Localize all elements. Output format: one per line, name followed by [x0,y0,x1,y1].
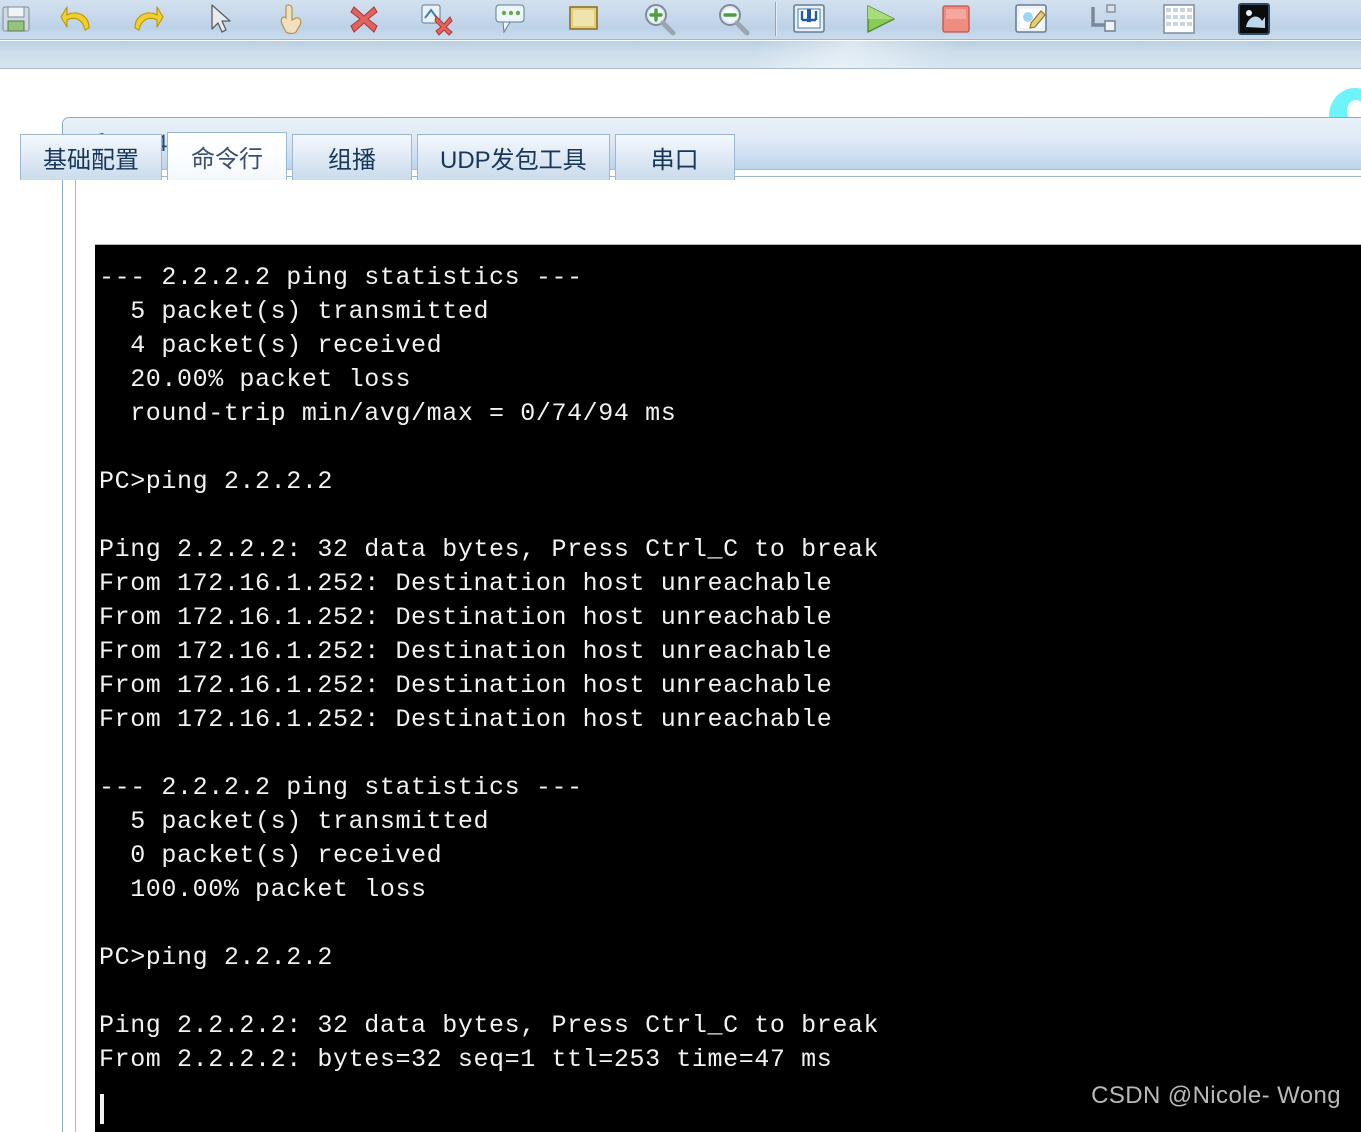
command-line-terminal[interactable]: --- 2.2.2.2 ping statistics --- 5 packet… [95,244,1361,1132]
terminal-line: 100.00% packet loss [99,875,427,904]
select-cursor-icon[interactable] [197,0,241,38]
tab-label: 组播 [328,147,376,174]
zoom-out-icon[interactable] [711,0,755,38]
tab-basic-config[interactable]: 基础配置 [20,134,162,180]
tab-multicast[interactable]: 组播 [292,134,412,180]
tab-label: 命令行 [191,146,263,173]
toolbar-lower-strip [0,41,1361,69]
watermark-text: CSDN @Nicole- Wong [1091,1082,1341,1109]
background-icon[interactable] [1232,0,1276,38]
terminal-line: --- 2.2.2.2 ping statistics --- [99,263,583,292]
redo-icon[interactable] [125,0,169,38]
terminal-line: From 172.16.1.252: Destination host unre… [99,637,833,666]
terminal-line: 20.00% packet loss [99,365,412,394]
terminal-line: Ping 2.2.2.2: 32 data bytes, Press Ctrl_… [99,1011,880,1040]
terminal-line: From 172.16.1.252: Destination host unre… [99,705,833,734]
terminal-line: From 172.16.1.252: Destination host unre… [99,603,833,632]
stop-device-icon[interactable] [934,0,978,38]
tab-label: 基础配置 [43,147,139,174]
tab-label: 串口 [650,147,699,174]
terminal-line: Ping 2.2.2.2: 32 data bytes, Press Ctrl_… [99,535,880,564]
grid-icon[interactable] [1157,0,1201,38]
terminal-line: From 172.16.1.252: Destination host unre… [99,569,833,598]
zoom-in-icon[interactable] [637,0,681,38]
tab-bar: 基础配置 命令行 组播 UDP发包工具 串口 [20,132,740,180]
link-device-icon[interactable] [1082,0,1126,38]
main-toolbar [0,0,1361,40]
terminal-cursor [100,1094,104,1124]
terminal-line: 0 packet(s) received [99,841,443,870]
terminal-line: 5 packet(s) transmitted [99,807,490,836]
corner-decoration-icon [1321,86,1361,120]
delete-link-icon[interactable] [415,0,459,38]
note-callout-icon[interactable] [489,0,533,38]
tab-udp-tool[interactable]: UDP发包工具 [417,134,610,180]
tab-serial-port[interactable]: 串口 [614,134,735,180]
capture-icon[interactable] [787,0,831,38]
app-root: PC4 基础配置命令行组播UDP发包工具串口 --- 2.2.2.2 ping … [0,0,1361,1132]
terminal-line: PC>ping 2.2.2.2 [99,943,334,972]
toolbar-separator [775,2,776,36]
tab-label: UDP发包工具 [440,147,587,174]
tab-command-line[interactable]: 命令行 [167,132,287,180]
terminal-line: 5 packet(s) transmitted [99,297,490,326]
terminal-line: 4 packet(s) received [99,331,443,360]
edit-image-icon[interactable] [1009,0,1053,38]
terminal-line: From 2.2.2.2: bytes=32 seq=1 ttl=253 tim… [99,1045,833,1074]
start-device-icon[interactable] [859,0,903,38]
terminal-line: PC>ping 2.2.2.2 [99,467,334,496]
terminal-output: --- 2.2.2.2 ping statistics --- 5 packet… [95,245,1361,1077]
delete-icon[interactable] [342,0,386,38]
undo-icon[interactable] [55,0,99,38]
save-icon[interactable] [0,0,38,38]
terminal-line: round-trip min/avg/max = 0/74/94 ms [99,399,677,428]
terminal-line: From 172.16.1.252: Destination host unre… [99,671,833,700]
terminal-line: --- 2.2.2.2 ping statistics --- [99,773,583,802]
pan-hand-icon[interactable] [269,0,313,38]
sticky-note-icon[interactable] [562,0,606,38]
